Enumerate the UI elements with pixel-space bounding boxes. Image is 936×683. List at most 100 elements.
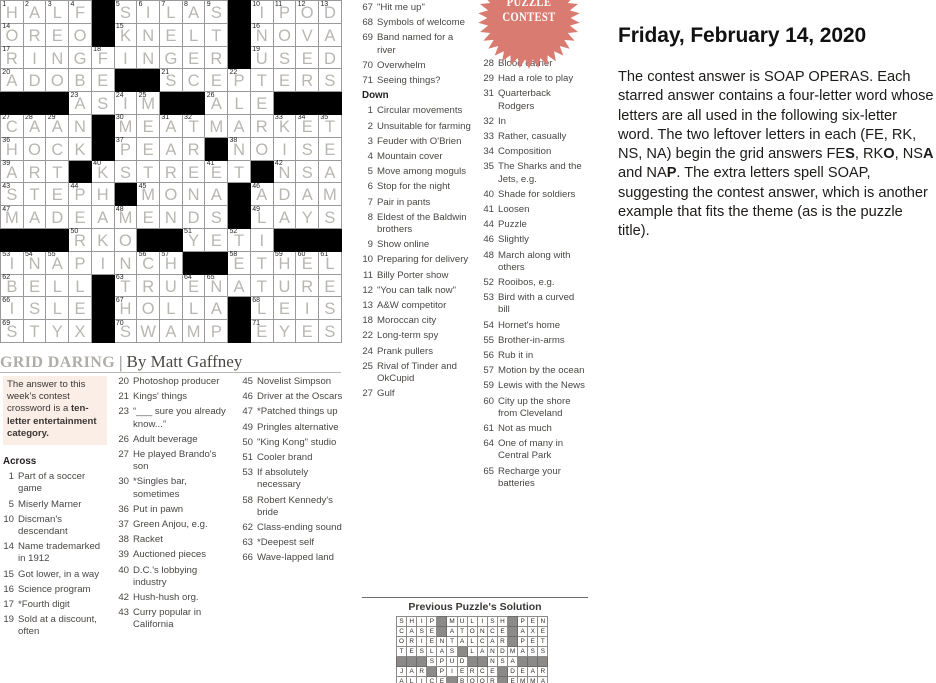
grid-cell[interactable]: 38 N [227, 136, 251, 161]
clue-item[interactable]: 19 Sold at a discount, often [3, 614, 107, 638]
grid-cell[interactable]: 65 N [204, 273, 229, 298]
grid-cell[interactable]: N [113, 250, 138, 275]
grid-cell[interactable]: 56 C [136, 250, 161, 275]
grid-cell[interactable]: E [68, 205, 92, 229]
clue-item[interactable]: 7 Pair in pants [362, 197, 472, 209]
grid-cell[interactable]: N [181, 182, 206, 207]
clue-item[interactable]: 54 Hornet's home [483, 320, 588, 332]
grid-cell[interactable]: S [22, 296, 47, 321]
grid-cell[interactable]: E [249, 91, 274, 115]
clue-item[interactable]: 59 Lewis with the News [483, 380, 588, 392]
grid-cell[interactable]: E [159, 22, 183, 47]
grid-cell[interactable]: 57 H [159, 250, 183, 275]
grid-cell[interactable]: E [136, 113, 161, 138]
clue-item[interactable]: 27 He played Brando's son [118, 449, 230, 473]
grid-cell[interactable]: Y [295, 205, 320, 229]
grid-cell[interactable]: D [272, 182, 297, 207]
grid-cell[interactable]: R [136, 273, 161, 298]
grid-cell[interactable]: 43 S [0, 182, 24, 207]
grid-cell[interactable]: E [272, 296, 297, 321]
grid-cell[interactable]: 46 A [249, 182, 274, 207]
grid-cell[interactable]: T [22, 319, 47, 343]
clue-item[interactable]: 15 Got lower, in a way [3, 569, 107, 581]
grid-cell[interactable]: S [204, 205, 229, 229]
clue-item[interactable]: 1 Part of a soccer game [3, 471, 107, 495]
clue-item[interactable]: 36 Put in pawn [118, 504, 230, 516]
clue-item[interactable]: 57 Motion by the ocean [483, 365, 588, 377]
grid-cell[interactable]: 67 H [113, 296, 138, 321]
grid-cell[interactable]: E [272, 68, 297, 93]
grid-cell[interactable]: 64 E [181, 273, 206, 298]
grid-cell[interactable]: 52 T [227, 227, 251, 252]
clue-item[interactable]: 69 Band named for a river [362, 32, 472, 56]
grid-cell[interactable]: 47 M [0, 205, 24, 229]
grid-cell[interactable]: R [204, 45, 229, 70]
grid-cell[interactable]: R [181, 136, 206, 161]
grid-cell[interactable]: T [45, 159, 70, 184]
clue-item[interactable]: 45 Novelist Simpson [242, 376, 354, 388]
grid-cell[interactable]: O [22, 136, 47, 161]
clue-item[interactable]: 34 Composition [483, 146, 588, 158]
grid-cell[interactable]: 13 D [318, 0, 342, 24]
clue-item[interactable]: 42 Hush-hush org. [118, 592, 230, 604]
grid-cell[interactable]: B [68, 68, 92, 93]
clue-item[interactable]: 55 Brother-in-arms [483, 335, 588, 347]
clue-item[interactable]: 25 Rival of Tinder and OkCupid [362, 361, 472, 385]
grid-cell[interactable]: E [318, 273, 342, 298]
grid-cell[interactable]: L [181, 22, 206, 47]
grid-cell[interactable]: M [181, 319, 206, 343]
grid-cell[interactable]: 24 I [113, 91, 138, 115]
grid-cell[interactable]: O [113, 227, 138, 252]
grid-cell[interactable]: G [68, 45, 92, 70]
grid-cell[interactable]: 17 R [0, 45, 24, 70]
grid-cell[interactable]: 2A [22, 0, 47, 24]
clue-item[interactable]: 23 “___ sure you already know...” [118, 406, 230, 430]
grid-cell[interactable]: 40 K [90, 159, 115, 184]
grid-cell[interactable]: R [22, 22, 47, 47]
grid-cell[interactable]: I [249, 227, 274, 252]
grid-cell[interactable]: 42 N [272, 159, 297, 184]
grid-cell[interactable]: 69 S [0, 319, 24, 343]
grid-cell[interactable]: O [68, 22, 92, 47]
grid-cell[interactable]: 37 P [113, 136, 138, 161]
clue-item[interactable]: 44 Puzzle [483, 219, 588, 231]
grid-cell[interactable]: 35 T [318, 113, 342, 138]
grid-cell[interactable]: O [272, 22, 297, 47]
grid-cell[interactable]: E [204, 68, 229, 93]
grid-cell[interactable]: R [295, 273, 320, 298]
clue-item[interactable]: 18 Moroccan city [362, 315, 472, 327]
grid-cell[interactable]: 36 H [0, 136, 24, 161]
grid-cell[interactable]: T [249, 68, 274, 93]
grid-cell[interactable]: 27 C [0, 113, 24, 138]
clue-item[interactable]: 14 Name trademarked in 1912 [3, 541, 107, 565]
grid-cell[interactable]: 19 U [249, 45, 274, 70]
grid-cell[interactable]: 14 O [0, 22, 24, 47]
clue-item[interactable]: 70 Overwhelm [362, 60, 472, 72]
grid-cell[interactable]: E [68, 296, 92, 321]
grid-cell[interactable]: 9S [204, 0, 229, 24]
clue-item[interactable]: 10 Discman's descendant [3, 514, 107, 538]
grid-cell[interactable]: Y [45, 319, 70, 343]
grid-cell[interactable]: 39 A [0, 159, 24, 184]
grid-cell[interactable]: 41 E [204, 159, 229, 184]
grid-cell[interactable]: S [318, 205, 342, 229]
grid-cell[interactable]: K [68, 136, 92, 161]
clue-item[interactable]: 40 D.C.'s lobbying industry [118, 565, 230, 589]
grid-cell[interactable]: 51 Y [181, 227, 206, 252]
grid-cell[interactable]: R [249, 113, 274, 138]
clue-item[interactable]: 20 Photoshop producer [118, 376, 230, 388]
grid-cell[interactable]: I [90, 250, 115, 275]
grid-cell[interactable]: A [318, 159, 342, 184]
clue-item[interactable]: 38 Racket [118, 534, 230, 546]
grid-cell[interactable]: E [181, 159, 206, 184]
clue-item[interactable]: 1 Circular movements [362, 105, 472, 117]
grid-cell[interactable]: O [45, 68, 70, 93]
grid-cell[interactable]: Y [272, 319, 297, 343]
crossword-grid[interactable]: 1 H 2 A 3 L 4 F 5 S 6 I 7 L 8 A 9 S 10 I 11 P 12 O 13 D 14 O R E O 15 K N… [0, 0, 342, 343]
clue-item[interactable]: 53 If absolutely necessary [242, 467, 354, 491]
grid-cell[interactable]: N [136, 45, 161, 70]
grid-cell[interactable]: 59 H [272, 250, 297, 275]
clue-item[interactable]: 46 Slightly [483, 234, 588, 246]
grid-cell[interactable]: 70 S [113, 319, 138, 343]
grid-cell[interactable]: 54 N [22, 250, 47, 275]
